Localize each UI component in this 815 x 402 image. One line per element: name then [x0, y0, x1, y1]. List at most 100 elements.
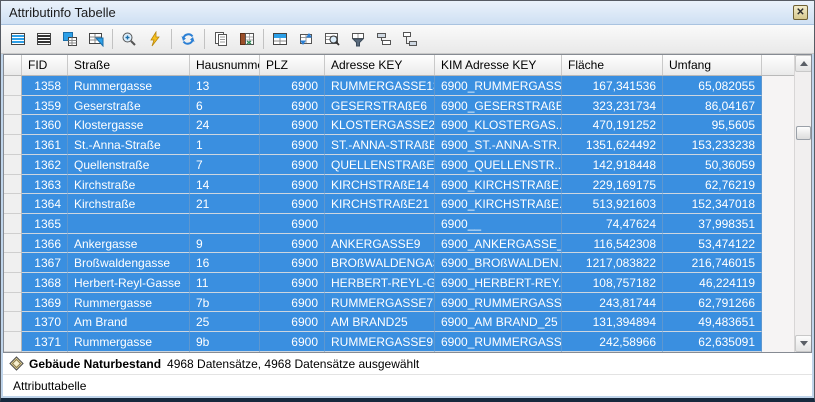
cell-strasse[interactable]: Am Brand — [68, 312, 190, 332]
select-all-icon[interactable] — [5, 26, 31, 52]
row-selector[interactable] — [4, 214, 22, 234]
clear-selection-icon[interactable] — [31, 26, 57, 52]
column-header-fid[interactable]: FID — [22, 55, 68, 75]
cell-hausnummer[interactable]: 13 — [190, 76, 260, 96]
cell-umfang[interactable]: 49,483651 — [663, 312, 762, 332]
row-selector[interactable] — [4, 273, 22, 293]
tab-attributtabelle[interactable]: Attributtabelle — [13, 379, 86, 393]
select-by-attributes-icon[interactable] — [83, 26, 109, 52]
scrollbar-thumb[interactable] — [796, 126, 811, 140]
cell-hausnummer[interactable]: 9b — [190, 332, 260, 352]
cell-plz[interactable]: 6900 — [260, 115, 325, 135]
cell-plz[interactable]: 6900 — [260, 273, 325, 293]
vertical-scrollbar[interactable] — [794, 55, 811, 352]
relate-icon[interactable] — [397, 26, 423, 52]
cell-fid[interactable]: 1368 — [22, 273, 68, 293]
cell-umfang[interactable]: 62,635091 — [663, 332, 762, 352]
cell-fid[interactable]: 1371 — [22, 332, 68, 352]
cell-umfang[interactable]: 46,224119 — [663, 273, 762, 293]
cell-plz[interactable]: 6900 — [260, 234, 325, 254]
cell-kim-adresse-key[interactable]: 6900_ST.-ANNA-STR... — [435, 135, 562, 155]
row-selector[interactable] — [4, 332, 22, 352]
row-selector[interactable] — [4, 96, 22, 116]
column-header-strasse[interactable]: Straße — [68, 55, 190, 75]
cell-kim-adresse-key[interactable]: 6900_RUMMERGASS... — [435, 293, 562, 313]
cell-strasse[interactable]: Rummergasse — [68, 76, 190, 96]
row-selector[interactable] — [4, 234, 22, 254]
cell-flaeche[interactable]: 116,542308 — [562, 234, 663, 254]
cell-hausnummer[interactable]: 16 — [190, 253, 260, 273]
cell-fid[interactable]: 1364 — [22, 194, 68, 214]
reload-table-icon[interactable] — [293, 26, 319, 52]
cell-adresse-key[interactable]: KIRCHSTRAßE14 — [325, 175, 435, 195]
cell-flaeche[interactable]: 243,81744 — [562, 293, 663, 313]
table-row[interactable]: 1370 Am Brand 25 6900 AM BRAND25 6900_AM… — [4, 312, 794, 332]
table-row[interactable]: 1362 Quellenstraße 7 6900 QUELLENSTRAßE7… — [4, 155, 794, 175]
cell-fid[interactable]: 1362 — [22, 155, 68, 175]
column-header-adresse-key[interactable]: Adresse KEY — [325, 55, 435, 75]
cell-hausnummer[interactable]: 7 — [190, 155, 260, 175]
row-selector[interactable] — [4, 312, 22, 332]
copy-icon[interactable] — [208, 26, 234, 52]
cell-umfang[interactable]: 62,791266 — [663, 293, 762, 313]
cell-hausnummer[interactable]: 7b — [190, 293, 260, 313]
table-row[interactable]: 1369 Rummergasse 7b 6900 RUMMERGASSE7B 6… — [4, 293, 794, 313]
row-selector[interactable] — [4, 155, 22, 175]
table-row[interactable]: 1366 Ankergasse 9 6900 ANKERGASSE9 6900_… — [4, 234, 794, 254]
row-selector[interactable] — [4, 175, 22, 195]
row-selector[interactable] — [4, 194, 22, 214]
row-selector[interactable] — [4, 293, 22, 313]
cell-flaeche[interactable]: 323,231734 — [562, 96, 663, 116]
row-selector[interactable] — [4, 135, 22, 155]
cell-hausnummer[interactable]: 21 — [190, 194, 260, 214]
cell-adresse-key[interactable]: ANKERGASSE9 — [325, 234, 435, 254]
cell-strasse[interactable]: St.-Anna-Straße — [68, 135, 190, 155]
cell-adresse-key[interactable]: KIRCHSTRAßE21 — [325, 194, 435, 214]
cell-plz[interactable]: 6900 — [260, 194, 325, 214]
cell-hausnummer[interactable]: 25 — [190, 312, 260, 332]
cell-fid[interactable]: 1369 — [22, 293, 68, 313]
cell-strasse[interactable]: Quellenstraße — [68, 155, 190, 175]
cell-umfang[interactable]: 37,998351 — [663, 214, 762, 234]
cell-hausnummer[interactable] — [190, 214, 260, 234]
cell-strasse[interactable]: Geserstraße — [68, 96, 190, 116]
cell-adresse-key[interactable]: KLOSTERGASSE24 — [325, 115, 435, 135]
cell-adresse-key[interactable]: BROßWALDENGASS... — [325, 253, 435, 273]
cell-umfang[interactable]: 152,347018 — [663, 194, 762, 214]
row-selector[interactable] — [4, 76, 22, 96]
zoom-to-icon[interactable] — [116, 26, 142, 52]
cell-adresse-key[interactable]: ST.-ANNA-STRAßE1 — [325, 135, 435, 155]
cell-hausnummer[interactable]: 6 — [190, 96, 260, 116]
cell-umfang[interactable]: 65,082055 — [663, 76, 762, 96]
column-header-umfang[interactable]: Umfang — [663, 55, 762, 75]
cell-plz[interactable]: 6900 — [260, 76, 325, 96]
cell-adresse-key[interactable]: GESERSTRAßE6 — [325, 96, 435, 116]
table-row[interactable]: 1360 Klostergasse 24 6900 KLOSTERGASSE24… — [4, 115, 794, 135]
cell-strasse[interactable]: Kirchstraße — [68, 194, 190, 214]
cell-fid[interactable]: 1363 — [22, 175, 68, 195]
cell-plz[interactable]: 6900 — [260, 214, 325, 234]
cell-umfang[interactable]: 153,233238 — [663, 135, 762, 155]
table-row[interactable]: 1359 Geserstraße 6 6900 GESERSTRAßE6 690… — [4, 96, 794, 116]
related-tables-icon[interactable] — [371, 26, 397, 52]
cell-strasse[interactable]: Kirchstraße — [68, 175, 190, 195]
cell-kim-adresse-key[interactable]: 6900_GESERSTRAßE... — [435, 96, 562, 116]
column-header-kim-adresse-key[interactable]: KIM Adresse KEY — [435, 55, 562, 75]
cell-adresse-key[interactable]: RUMMERGASSE13 — [325, 76, 435, 96]
cell-kim-adresse-key[interactable]: 6900_KIRCHSTRAßE... — [435, 194, 562, 214]
flash-icon[interactable] — [142, 26, 168, 52]
row-selector[interactable] — [4, 115, 22, 135]
table-row[interactable]: 1371 Rummergasse 9b 6900 RUMMERGASSE9B 6… — [4, 332, 794, 352]
cell-strasse[interactable]: Herbert-Reyl-Gasse — [68, 273, 190, 293]
cell-plz[interactable]: 6900 — [260, 96, 325, 116]
cell-hausnummer[interactable]: 24 — [190, 115, 260, 135]
cell-strasse[interactable]: Rummergasse — [68, 293, 190, 313]
cell-hausnummer[interactable]: 1 — [190, 135, 260, 155]
table-row[interactable]: 1368 Herbert-Reyl-Gasse 11 6900 HERBERT-… — [4, 273, 794, 293]
cell-plz[interactable]: 6900 — [260, 293, 325, 313]
cell-plz[interactable]: 6900 — [260, 312, 325, 332]
refresh-icon[interactable] — [175, 26, 201, 52]
cell-kim-adresse-key[interactable]: 6900_KIRCHSTRAßE... — [435, 175, 562, 195]
cell-umfang[interactable]: 216,746015 — [663, 253, 762, 273]
cell-hausnummer[interactable]: 14 — [190, 175, 260, 195]
